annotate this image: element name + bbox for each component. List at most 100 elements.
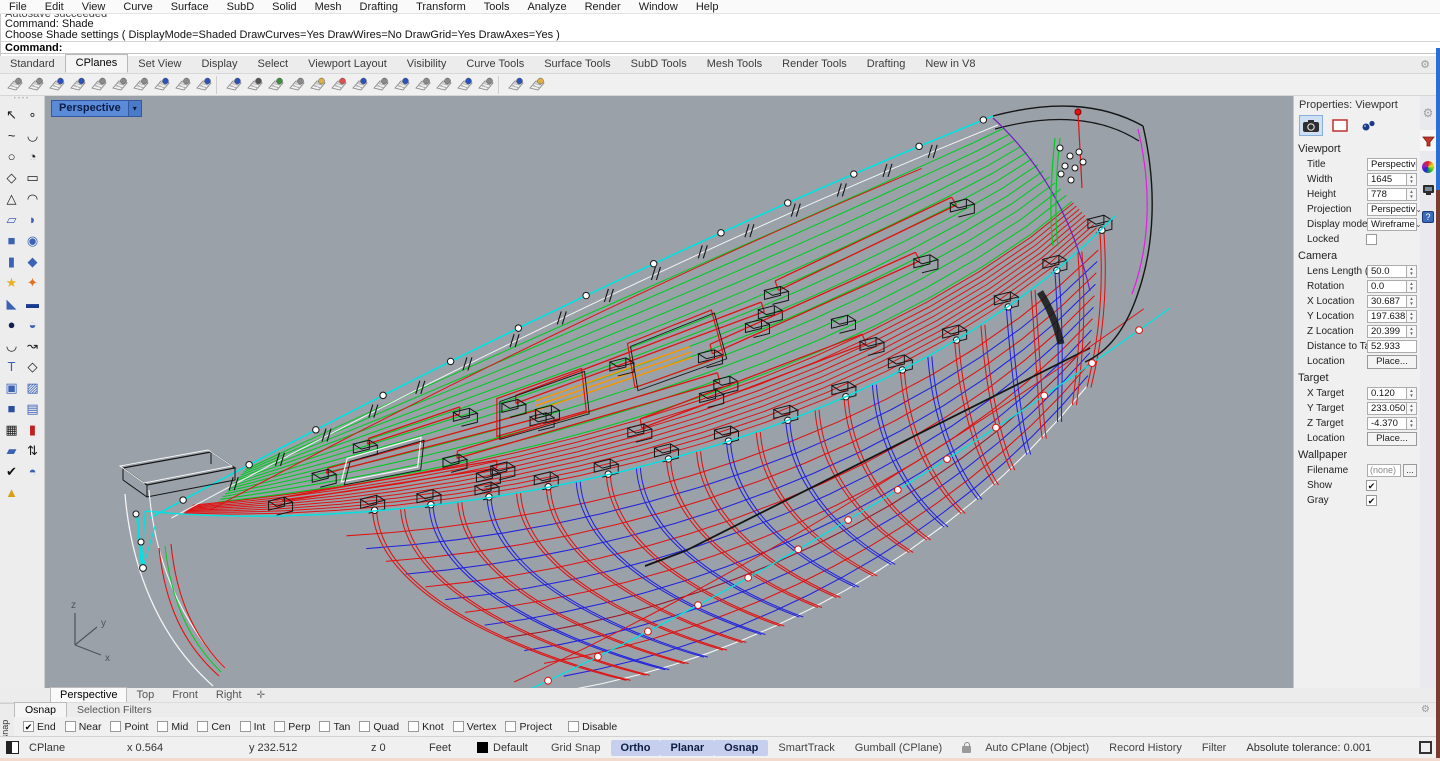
toolbar-tab-curve-tools[interactable]: Curve Tools <box>456 56 534 73</box>
viewport-title-dropdown-icon[interactable]: ▾ <box>128 101 141 116</box>
toolbar-tab-select[interactable]: Select <box>248 56 299 73</box>
osnap-option-vertex[interactable]: Vertex <box>453 721 497 733</box>
palette-grip[interactable]: •••• <box>0 96 44 104</box>
spinner-control[interactable]: ▲▼ <box>1407 188 1417 201</box>
toolbar-tab-standard[interactable]: Standard <box>0 56 65 73</box>
cplane-origin-icon[interactable] <box>152 75 171 94</box>
menu-analyze[interactable]: Analyze <box>518 0 575 14</box>
cplane-world-front-icon[interactable] <box>68 75 87 94</box>
toolbar-tab-drafting[interactable]: Drafting <box>857 56 916 73</box>
toolbar-tab-subd-tools[interactable]: SubD Tools <box>621 56 697 73</box>
active-layer-button[interactable]: Default <box>493 742 541 754</box>
named-cplanes-icon[interactable] <box>287 75 306 94</box>
primitives-icon[interactable]: ◓ <box>22 461 43 482</box>
value-input[interactable]: 778 <box>1367 188 1407 201</box>
osnap-gear-icon[interactable]: ⚙ <box>1421 704 1430 715</box>
copy-cplane-icon[interactable] <box>455 75 474 94</box>
checkbox-near[interactable] <box>65 721 76 732</box>
status-toggle-record-history[interactable]: Record History <box>1099 740 1192 756</box>
spinner-control[interactable]: ▲▼ <box>1407 325 1417 338</box>
checkbox-tan[interactable] <box>319 721 330 732</box>
value-input[interactable]: 0.0 <box>1367 280 1407 293</box>
cplane-elevation-icon[interactable] <box>371 75 390 94</box>
checkbox-cen[interactable] <box>197 721 208 732</box>
text-icon[interactable]: T <box>1 356 22 377</box>
cplane-previous-icon[interactable] <box>173 75 192 94</box>
checkbox-int[interactable] <box>240 721 251 732</box>
box-icon[interactable]: ■ <box>1 230 22 251</box>
viewport-tab-front[interactable]: Front <box>163 688 207 702</box>
menu-drafting[interactable]: Drafting <box>351 0 408 14</box>
value-input[interactable]: -4.370 <box>1367 417 1407 430</box>
pointer-icon[interactable]: ↖ <box>1 104 22 125</box>
toolbar-tab-mesh-tools[interactable]: Mesh Tools <box>697 56 772 73</box>
spinner-control[interactable]: ▲▼ <box>1407 310 1417 323</box>
cplane-disc-icon[interactable] <box>506 75 525 94</box>
world-cplane-toggle-icon[interactable] <box>476 75 495 94</box>
spinner-control[interactable]: ▲▼ <box>1407 265 1417 278</box>
viewport-tab-right[interactable]: Right <box>207 688 251 702</box>
osnap-option-cen[interactable]: Cen <box>197 721 230 733</box>
layer-color-swatch[interactable] <box>477 742 488 753</box>
cplane-to-surface-icon[interactable] <box>89 75 108 94</box>
viewport-tab-top[interactable]: Top <box>127 688 163 702</box>
arc-icon[interactable]: ◠ <box>22 188 43 209</box>
show-cplane-icon[interactable] <box>350 75 369 94</box>
value-input[interactable]: 0.120 <box>1367 387 1407 400</box>
tab-selection-filters[interactable]: Selection Filters <box>67 703 162 717</box>
cplane-rotate-icon[interactable] <box>131 75 150 94</box>
block-define-icon[interactable]: ▣ <box>1 377 22 398</box>
solid-tools-icon[interactable]: ■ <box>1 398 22 419</box>
status-toggle-ortho[interactable]: Ortho <box>611 740 661 756</box>
control-point-curve-icon[interactable]: ~ <box>1 125 22 146</box>
spin-down-icon[interactable]: ▼ <box>1409 195 1413 200</box>
split-icon[interactable]: ▬ <box>22 293 43 314</box>
explode-icon[interactable]: ✦ <box>22 272 43 293</box>
x-coordinate[interactable]: x 0.564 <box>127 742 239 754</box>
ellipse-icon[interactable]: ◔ <box>22 146 43 167</box>
osnap-option-knot[interactable]: Knot <box>408 721 444 733</box>
place-button[interactable]: Place... <box>1367 355 1417 369</box>
status-toggle-auto-cplane-object-[interactable]: Auto CPlane (Object) <box>975 740 1099 756</box>
boat-hull-wireframe[interactable]: zyx <box>45 96 1293 688</box>
osnap-option-tan[interactable]: Tan <box>319 721 350 733</box>
filename-input[interactable]: (none) <box>1367 464 1401 477</box>
polygon-icon[interactable]: ◇ <box>1 167 22 188</box>
perspective-viewport[interactable]: zyx Perspective ▾ <box>45 96 1293 688</box>
checkbox-gray[interactable]: ✔ <box>1366 495 1377 506</box>
maximize-viewport-icon[interactable] <box>1419 741 1432 754</box>
layer-panel-icon[interactable] <box>6 741 19 754</box>
checkbox-project[interactable] <box>505 721 516 732</box>
osnap-option-project[interactable]: Project <box>505 721 552 733</box>
toolbar-tab-visibility[interactable]: Visibility <box>397 56 457 73</box>
status-toggle-filter[interactable]: Filter <box>1192 740 1236 756</box>
array-rectangular-icon[interactable]: ▦ <box>1 419 22 440</box>
menu-tools[interactable]: Tools <box>475 0 519 14</box>
help-tab-icon[interactable]: ? <box>1422 211 1434 223</box>
sync-cplanes-icon[interactable] <box>434 75 453 94</box>
menu-window[interactable]: Window <box>630 0 687 14</box>
checkbox-end[interactable]: ✔ <box>23 721 34 732</box>
menu-help[interactable]: Help <box>687 0 728 14</box>
checkbox-mid[interactable] <box>157 721 168 732</box>
viewport-title-menu[interactable]: Perspective ▾ <box>51 100 142 117</box>
spin-down-icon[interactable]: ▼ <box>1409 332 1413 337</box>
menu-solid[interactable]: Solid <box>263 0 305 14</box>
toolbar-tab-surface-tools[interactable]: Surface Tools <box>534 56 620 73</box>
spinner-control[interactable]: ▲▼ <box>1407 417 1417 430</box>
spin-down-icon[interactable]: ▼ <box>1409 394 1413 399</box>
viewport-title[interactable]: Perspective <box>52 101 128 116</box>
status-toggle-osnap[interactable]: Osnap <box>714 740 768 756</box>
sphere-icon[interactable]: ◉ <box>22 230 43 251</box>
osnap-option-quad[interactable]: Quad <box>359 721 399 733</box>
checkbox-point[interactable] <box>110 721 121 732</box>
checkbox-quad[interactable] <box>359 721 370 732</box>
object-properties-tab[interactable] <box>1299 115 1323 136</box>
new-viewport-tab-icon[interactable]: ✛ <box>251 689 271 702</box>
rectangle-icon[interactable]: ▭ <box>22 167 43 188</box>
osnap-option-point[interactable]: Point <box>110 721 148 733</box>
cplane-standard-icon[interactable] <box>5 75 24 94</box>
cplane-flag-icon[interactable] <box>329 75 348 94</box>
absolute-tolerance[interactable]: Absolute tolerance: 0.001 <box>1246 742 1371 754</box>
menu-subd[interactable]: SubD <box>218 0 264 14</box>
